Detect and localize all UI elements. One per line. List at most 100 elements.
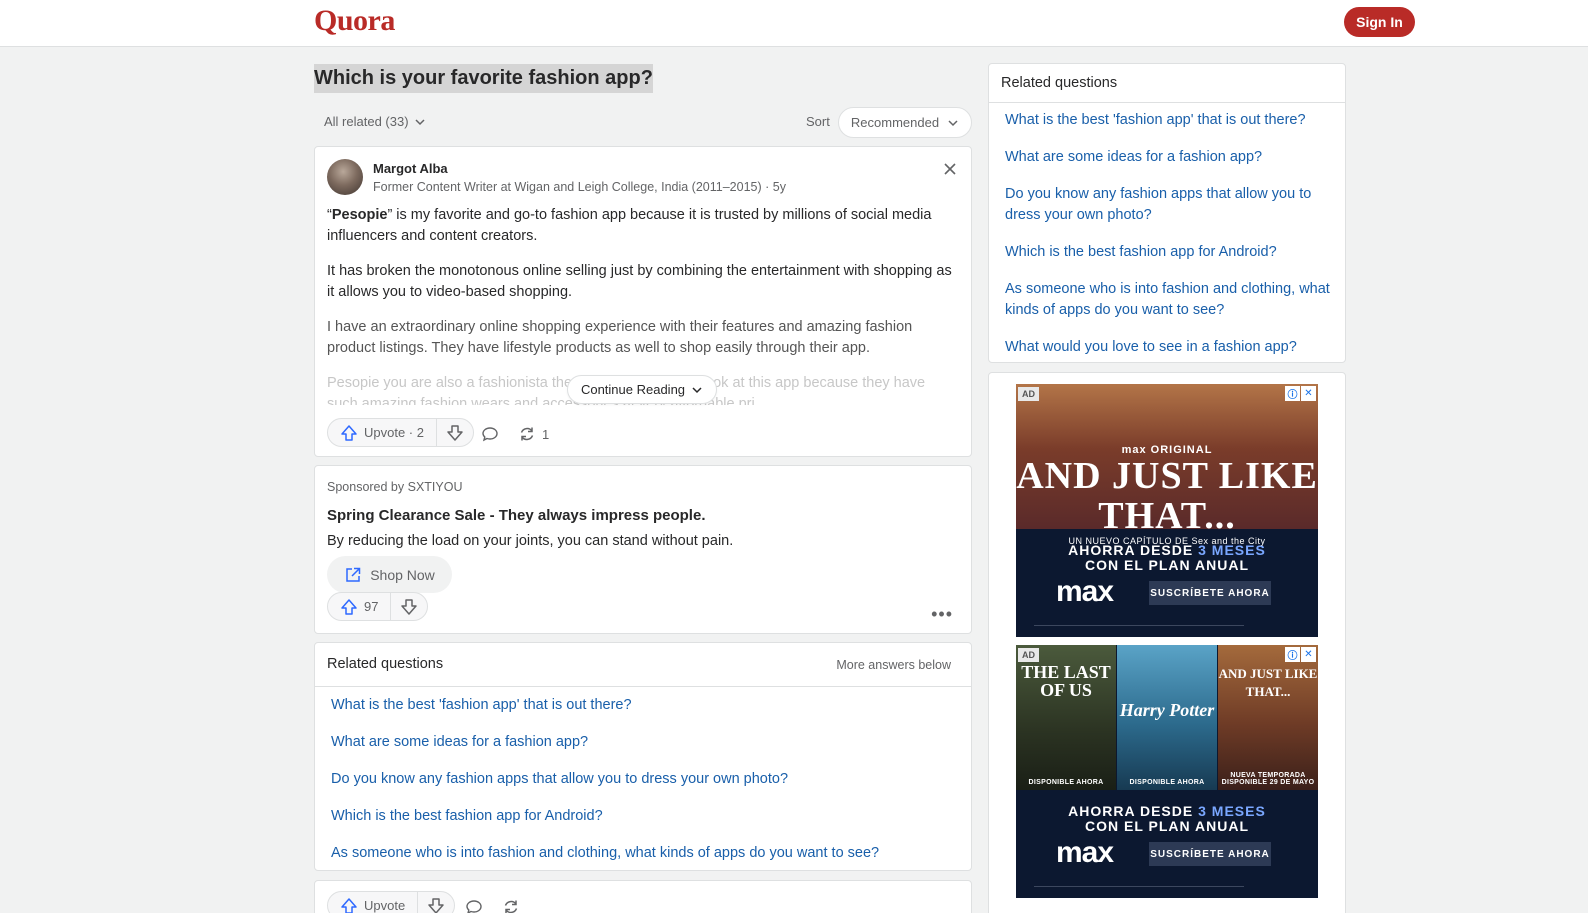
related-question-link[interactable]: What would you love to see in a fashion … — [1005, 337, 1335, 358]
chevron-down-icon — [415, 118, 425, 125]
adchoices-icon[interactable]: ⓘ — [1285, 647, 1300, 662]
shop-now-button[interactable]: Shop Now — [327, 556, 452, 593]
upvote-arrow-icon — [341, 897, 357, 913]
vote-group: Upvote · 2 — [327, 418, 474, 447]
upvote-button[interactable]: 97 — [328, 593, 392, 620]
all-related-label: All related (33) — [324, 114, 409, 129]
poster-harry-potter: Harry Potter DISPONIBLE AHORA — [1117, 645, 1217, 790]
sort-dropdown[interactable]: Recommended — [838, 107, 972, 138]
downvote-button[interactable] — [391, 593, 427, 620]
poster-title: THE LAST OF US — [1021, 662, 1111, 700]
continue-reading-label: Continue Reading — [580, 382, 686, 397]
more-answers-below: More answers below — [836, 658, 951, 672]
related-question-link[interactable]: Do you know any fashion apps that allow … — [1005, 184, 1335, 226]
answer-card: Margot Alba Former Content Writer at Wig… — [314, 146, 972, 457]
max-logo: max — [1056, 836, 1114, 869]
poster-title: AND JUST LIKE THAT... — [1218, 666, 1318, 699]
ad-fine-print: ————————————————————————————————————————… — [1034, 623, 1244, 629]
ad-offer-panel: AHORRA DESDE 3 MESES CON EL PLAN ANUAL m… — [1016, 790, 1318, 898]
more-options-icon[interactable]: ••• — [931, 604, 953, 625]
upvote-button[interactable]: Upvote — [328, 892, 419, 913]
close-icon[interactable] — [943, 159, 957, 182]
upvote-button[interactable]: Upvote · 2 — [328, 419, 437, 446]
related-questions-sidebar: Related questions What is the best 'fash… — [988, 63, 1346, 363]
vote-group: Upvote — [327, 891, 456, 913]
downvote-button[interactable] — [418, 892, 454, 913]
related-question-link[interactable]: Do you know any fashion apps that allow … — [331, 769, 951, 789]
related-heading: Related questions — [327, 656, 444, 672]
answer-text: ” is my favorite and go-to fashion app b… — [327, 207, 932, 244]
sponsored-card: Sponsored by SXTIYOU Spring Clearance Sa… — [314, 465, 972, 634]
question-title: Which is your favorite fashion app? — [314, 64, 653, 93]
divider — [315, 686, 971, 687]
close-icon[interactable]: ✕ — [1301, 647, 1316, 662]
ad-offer-text: AHORRA DESDE 3 MESES CON EL PLAN ANUAL — [1016, 543, 1318, 573]
author-credential: Former Content Writer at Wigan and Leigh… — [373, 180, 786, 194]
answer-paragraph: “Pesopie” is my favorite and go-to fashi… — [327, 205, 957, 247]
max-logo: max — [1056, 575, 1114, 608]
subscribe-button[interactable]: SUSCRÍBETE AHORA — [1149, 581, 1271, 605]
author-name[interactable]: Margot Alba — [373, 161, 448, 176]
ad-hero-text: max ORIGINAL AND JUST LIKE THAT... UN NU… — [1016, 444, 1318, 546]
related-question-link[interactable]: Which is the best fashion app for Androi… — [331, 806, 951, 826]
related-question-link[interactable]: As someone who is into fashion and cloth… — [1005, 279, 1335, 321]
related-question-link[interactable]: What are some ideas for a fashion app? — [1005, 147, 1335, 168]
adchoices-icon[interactable]: ⓘ — [1285, 386, 1300, 401]
top-header: Quora Sign In — [0, 0, 1588, 47]
answer-paragraph: I have an extraordinary online shopping … — [327, 319, 913, 356]
sponsored-by[interactable]: Sponsored by SXTIYOU — [327, 480, 462, 494]
related-question-link[interactable]: As someone who is into fashion and cloth… — [331, 843, 951, 863]
vote-group: 97 — [327, 592, 429, 621]
all-related-filter[interactable]: All related (33) — [324, 114, 426, 129]
sign-in-button[interactable]: Sign In — [1344, 7, 1415, 37]
comment-icon — [466, 900, 482, 913]
upvote-arrow-icon — [341, 424, 357, 441]
poster-caption: DISPONIBLE AHORA — [1129, 779, 1205, 786]
answer-paragraph: It has broken the monotonous online sell… — [327, 263, 952, 300]
related-question-link[interactable]: What is the best 'fashion app' that is o… — [331, 695, 951, 715]
ad-tag: AD — [1018, 387, 1039, 401]
related-question-link[interactable]: What is the best 'fashion app' that is o… — [1005, 110, 1335, 131]
share-button[interactable]: 1 — [518, 425, 549, 443]
ad-banner-max-1[interactable]: AD ⓘ ✕ max ORIGINAL AND JUST LIKE THAT..… — [1016, 384, 1318, 637]
share-count: 1 — [542, 426, 550, 442]
related-list: What is the best 'fashion app' that is o… — [331, 695, 951, 880]
downvote-arrow-icon — [428, 897, 444, 913]
ad-headline: AND JUST LIKE THAT... — [1016, 455, 1318, 537]
poster-caption: DISPONIBLE AHORA — [1028, 779, 1104, 786]
offer-highlight: 3 MESES — [1198, 803, 1266, 819]
shop-now-label: Shop Now — [370, 566, 435, 583]
related-question-link[interactable]: Which is the best fashion app for Androi… — [1005, 242, 1335, 263]
sponsored-title[interactable]: Spring Clearance Sale - They always impr… — [327, 507, 706, 524]
upvote-label: Upvote · 2 — [364, 425, 424, 440]
external-link-icon — [346, 567, 361, 582]
downvote-button[interactable] — [437, 419, 473, 446]
ad-controls: ⓘ ✕ — [1285, 386, 1316, 401]
related-question-link[interactable]: What are some ideas for a fashion app? — [331, 732, 951, 752]
downvote-arrow-icon — [401, 598, 418, 615]
next-answer-card: Upvote — [314, 880, 972, 913]
share-button[interactable] — [502, 898, 520, 913]
ad-banner-max-2[interactable]: AD ⓘ ✕ THE LAST OF US DISPONIBLE AHORA H… — [1016, 645, 1318, 898]
related-questions-main: Related questions More answers below Wha… — [314, 642, 972, 871]
ad-offer-text: AHORRA DESDE 3 MESES CON EL PLAN ANUAL — [1016, 804, 1318, 834]
avatar[interactable] — [327, 159, 363, 195]
quora-logo[interactable]: Quora — [314, 4, 395, 38]
comment-button[interactable] — [481, 425, 499, 443]
app-name: Pesopie — [331, 207, 388, 223]
ad-controls: ⓘ ✕ — [1285, 647, 1316, 662]
ad-subline: UN NUEVO CAPÍTULO DE Sex and the City — [1068, 536, 1266, 546]
downvote-arrow-icon — [447, 424, 463, 441]
comment-button[interactable] — [465, 898, 483, 913]
poster-and-just-like-that: AND JUST LIKE THAT... NUEVA TEMPORADA DI… — [1218, 645, 1318, 790]
continue-reading-button[interactable]: Continue Reading — [567, 375, 717, 404]
poster-caption: NUEVA TEMPORADA DISPONIBLE 29 DE MAYO — [1221, 772, 1315, 786]
poster-title: Harry Potter — [1119, 700, 1215, 720]
divider — [989, 102, 1345, 103]
upvote-label: Upvote — [364, 898, 406, 913]
close-icon[interactable]: ✕ — [1301, 386, 1316, 401]
subscribe-button[interactable]: SUSCRÍBETE AHORA — [1149, 842, 1271, 866]
sort-value: Recommended — [850, 115, 940, 130]
chevron-down-icon — [692, 386, 702, 393]
chevron-down-icon — [948, 119, 958, 126]
